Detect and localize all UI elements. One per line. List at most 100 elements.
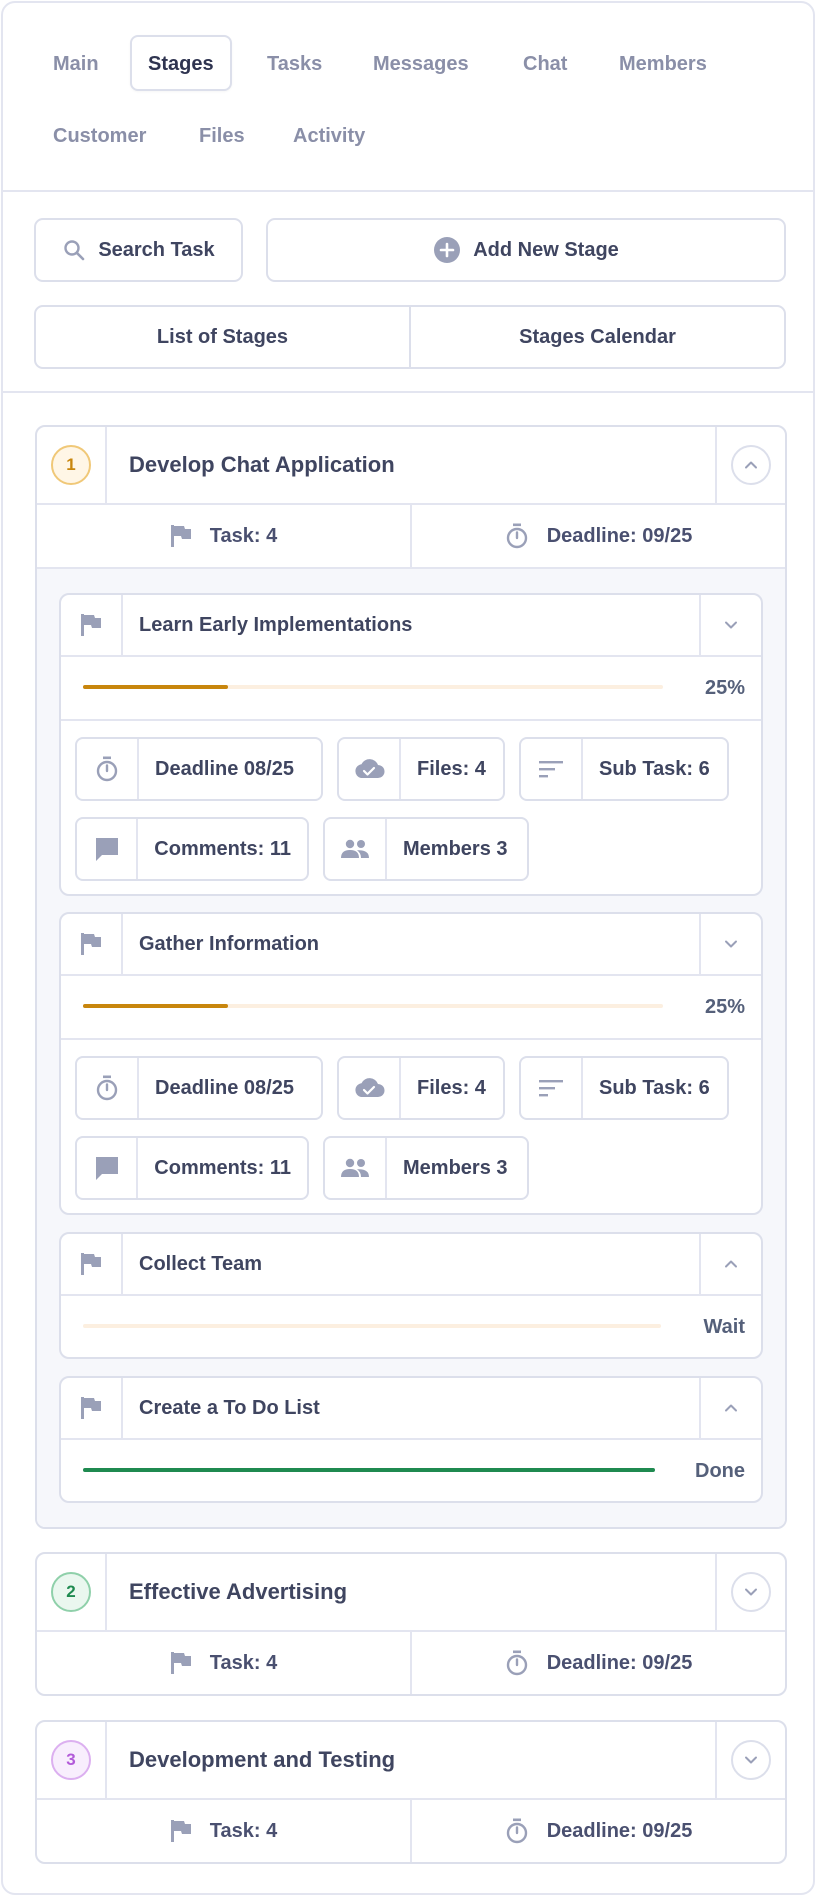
plus-circle-icon <box>433 236 461 264</box>
progress-bar <box>83 685 663 689</box>
chevron-up-icon <box>723 1400 739 1416</box>
stage-task-count: Task: 4 <box>209 1651 278 1674</box>
timer-icon <box>505 523 529 549</box>
flag-icon <box>80 932 102 956</box>
comments-chip-label: Comments: 11 <box>154 837 291 860</box>
divider <box>3 391 813 393</box>
members-chip-label: Members 3 <box>403 1156 508 1179</box>
search-task-label: Search Task <box>98 238 215 261</box>
task-title: Gather Information <box>139 932 320 955</box>
progress-fill <box>83 685 228 689</box>
files-chip[interactable]: Files: 4 <box>337 737 505 801</box>
files-chip[interactable]: Files: 4 <box>337 1056 505 1120</box>
stage-task-count: Task: 4 <box>209 1819 278 1842</box>
files-chip-label: Files: 4 <box>417 757 486 780</box>
timer-icon <box>505 1650 529 1676</box>
task-progress-status: 25% <box>704 677 745 699</box>
task-card: Learn Early Implementations 25% Deadline… <box>59 593 763 896</box>
view-switcher: List of Stages Stages Calendar <box>34 305 786 369</box>
chevron-down-icon <box>743 1752 759 1768</box>
task-title: Collect Team <box>139 1252 262 1275</box>
stage-number-badge: 2 <box>51 1572 91 1612</box>
deadline-chip-label: Deadline 08/25 <box>155 757 294 780</box>
stage-card: 2 Effective Advertising Task: 4 Deadline… <box>35 1552 787 1696</box>
stage-deadline: Deadline: 09/25 <box>546 524 693 547</box>
tab-main[interactable]: Main <box>35 35 117 91</box>
chevron-down-icon <box>723 617 739 633</box>
progress-fill <box>83 1468 655 1472</box>
task-card: Create a To Do List Done <box>59 1376 763 1503</box>
stage-deadline: Deadline: 09/25 <box>546 1651 693 1674</box>
members-chip[interactable]: Members 3 <box>323 1136 529 1200</box>
deadline-chip[interactable]: Deadline 08/25 <box>75 1056 323 1120</box>
task-chips: Deadline 08/25 Files: 4 Sub Task: 6 Comm… <box>61 719 761 894</box>
comments-chip[interactable]: Comments: 11 <box>75 1136 309 1200</box>
tab-files[interactable]: Files <box>181 107 263 163</box>
progress-bar <box>83 1468 655 1472</box>
stage-meta: Task: 4 Deadline: 09/25 <box>37 1632 785 1694</box>
chevron-down-icon <box>723 936 739 952</box>
flag-icon <box>170 524 192 548</box>
subtasks-chip-label: Sub Task: 6 <box>599 1076 710 1099</box>
subtasks-chip[interactable]: Sub Task: 6 <box>519 1056 729 1120</box>
sort-lines-icon <box>539 760 563 778</box>
tab-customer[interactable]: Customer <box>35 107 164 163</box>
stage-title: Development and Testing <box>129 1747 396 1772</box>
expand-stage-button[interactable] <box>731 1740 771 1780</box>
flag-icon <box>80 1396 102 1420</box>
tab-members[interactable]: Members <box>601 35 725 91</box>
comments-chip-label: Comments: 11 <box>154 1156 291 1179</box>
tab-messages[interactable]: Messages <box>355 35 487 91</box>
comments-chip[interactable]: Comments: 11 <box>75 817 309 881</box>
task-progress-status: Done <box>695 1460 745 1482</box>
stage-header: 2 Effective Advertising <box>37 1554 785 1632</box>
files-chip-label: Files: 4 <box>417 1076 486 1099</box>
progress-fill <box>83 1004 228 1008</box>
tab-chat[interactable]: Chat <box>505 35 585 91</box>
flag-icon <box>80 613 102 637</box>
stage-task-count: Task: 4 <box>209 524 278 547</box>
task-progress-status: 25% <box>704 996 745 1018</box>
stage-title: Develop Chat Application <box>129 452 395 477</box>
tab-tasks[interactable]: Tasks <box>249 35 340 91</box>
chevron-up-icon <box>743 457 759 473</box>
view-list-of-stages[interactable]: List of Stages <box>36 307 409 367</box>
view-stages-calendar[interactable]: Stages Calendar <box>409 307 784 367</box>
sort-lines-icon <box>539 1079 563 1097</box>
search-task-button[interactable]: Search Task <box>34 218 243 282</box>
comment-icon <box>94 836 120 862</box>
members-chip[interactable]: Members 3 <box>323 817 529 881</box>
tab-activity[interactable]: Activity <box>275 107 383 163</box>
collapse-task-button[interactable] <box>699 914 761 974</box>
expand-task-button[interactable] <box>699 1234 761 1294</box>
flag-icon <box>80 1252 102 1276</box>
progress-bar <box>83 1324 661 1328</box>
stage-number-badge: 3 <box>51 1740 91 1780</box>
deadline-chip-label: Deadline 08/25 <box>155 1076 294 1099</box>
stage-meta: Task: 4 Deadline: 09/25 <box>37 1800 785 1862</box>
stage-header: 1 Develop Chat Application <box>37 427 785 505</box>
expand-task-button[interactable] <box>699 1378 761 1438</box>
flag-icon <box>170 1651 192 1675</box>
expand-stage-button[interactable] <box>731 1572 771 1612</box>
collapse-stage-button[interactable] <box>731 445 771 485</box>
cloud-check-icon <box>353 1077 385 1099</box>
tab-stages[interactable]: Stages <box>130 35 232 91</box>
stage-deadline: Deadline: 09/25 <box>546 1819 693 1842</box>
progress-bar <box>83 1004 663 1008</box>
members-icon <box>340 1158 370 1178</box>
tab-bar: Main Stages Tasks Messages Chat Members … <box>3 3 813 192</box>
add-new-stage-button[interactable]: Add New Stage <box>266 218 786 282</box>
subtasks-chip[interactable]: Sub Task: 6 <box>519 737 729 801</box>
add-new-stage-label: Add New Stage <box>473 238 619 261</box>
stage-task-list: Learn Early Implementations 25% Deadline… <box>37 567 785 1527</box>
chevron-down-icon <box>743 1584 759 1600</box>
stage-title: Effective Advertising <box>129 1579 348 1604</box>
stage-meta: Task: 4 Deadline: 09/25 <box>37 505 785 567</box>
app-frame: Main Stages Tasks Messages Chat Members … <box>1 1 815 1895</box>
collapse-task-button[interactable] <box>699 595 761 655</box>
subtasks-chip-label: Sub Task: 6 <box>599 757 710 780</box>
deadline-chip[interactable]: Deadline 08/25 <box>75 737 323 801</box>
stage-header: 3 Development and Testing <box>37 1722 785 1800</box>
task-title: Learn Early Implementations <box>139 613 413 636</box>
